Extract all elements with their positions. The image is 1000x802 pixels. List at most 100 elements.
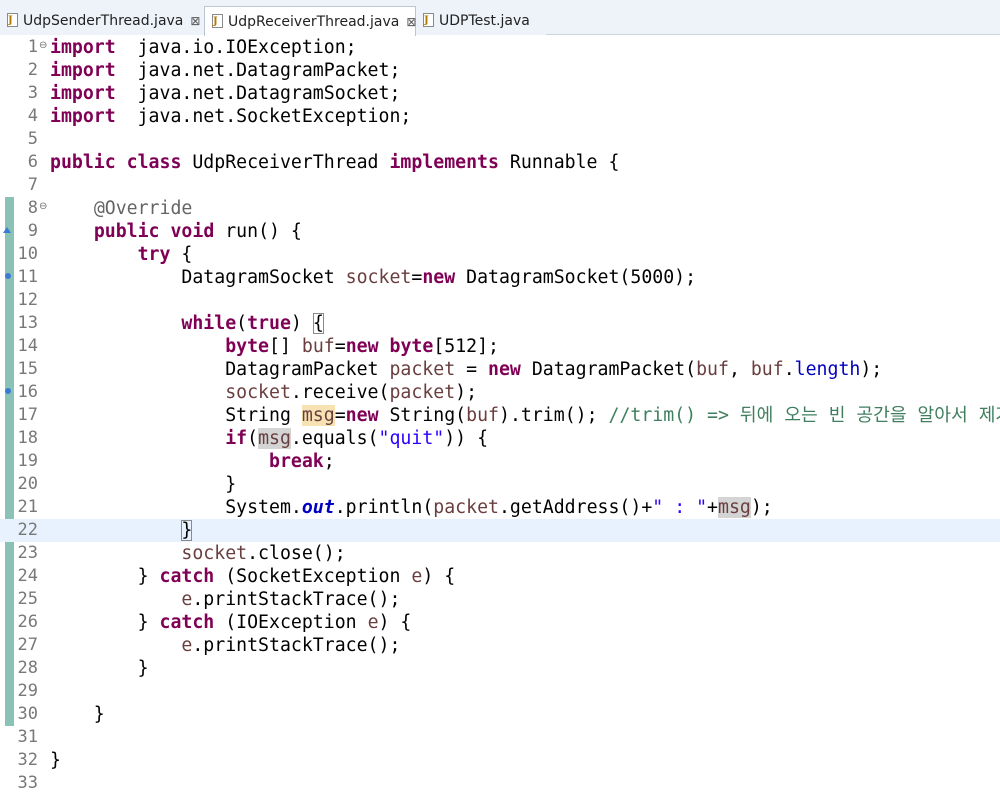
tab-udp-sender-thread[interactable]: J UdpSenderThread.java ⊠ — [0, 6, 204, 35]
code-line[interactable]: 22 } — [0, 519, 1000, 542]
code-line[interactable]: 6 public class UdpReceiverThread implemen… — [0, 151, 1000, 174]
code-line[interactable]: 9 public void run() { — [0, 220, 1000, 243]
code-text: } — [50, 749, 61, 772]
ann-token: @Override — [93, 198, 193, 219]
close-tab-icon[interactable]: ⊠ — [406, 16, 416, 28]
code-token: } — [50, 658, 149, 679]
field-token: length — [794, 359, 861, 380]
code-line[interactable]: 21 System.out.println(packet.getAddress(… — [0, 496, 1000, 519]
code-text: } catch (SocketException e) { — [50, 565, 456, 588]
kw-token: new — [422, 267, 456, 288]
cm-token: //trim() => 뒤에 오는 빈 공간을 알아서 제거 — [608, 405, 1000, 426]
code-token: = — [455, 359, 489, 380]
code-text: byte[] buf=new byte[512]; — [50, 335, 499, 358]
code-token: .getAddress()+ — [498, 497, 653, 518]
code-line[interactable]: 7 — [0, 174, 1000, 197]
line-number: 3 — [27, 83, 38, 103]
code-token: java.net.SocketException; — [115, 106, 412, 127]
code-line[interactable]: 32} — [0, 749, 1000, 772]
code-token: } — [50, 704, 105, 725]
kw-token: implements — [389, 152, 499, 173]
line-number: 10 — [17, 244, 38, 264]
line-number: 12 — [17, 290, 38, 310]
code-line[interactable]: 8 ⊖ @Override — [0, 197, 1000, 220]
code-token: DatagramSocket(5000); — [455, 267, 697, 288]
line-number: 7 — [27, 175, 38, 195]
code-text: e.printStackTrace(); — [50, 634, 400, 657]
kw-token: catch — [159, 566, 215, 587]
occurrence-marker-icon[interactable] — [5, 273, 11, 279]
code-line[interactable]: 20 } — [0, 473, 1000, 496]
code-token: ) { — [422, 566, 456, 587]
kw-token: import — [50, 106, 116, 127]
close-tab-icon[interactable]: ⊠ — [190, 15, 200, 27]
code-line[interactable]: 16 socket.receive(packet); — [0, 381, 1000, 404]
code-token: ); — [455, 382, 478, 403]
tab-udp-test[interactable]: J UDPTest.java — [416, 6, 546, 35]
line-number: 2 — [27, 60, 38, 80]
code-token: = — [411, 267, 423, 288]
code-line[interactable]: 5 — [0, 128, 1000, 151]
code-line[interactable]: 28 } — [0, 657, 1000, 680]
code-line[interactable]: 26 } catch (IOException e) { — [0, 611, 1000, 634]
code-token: [] — [269, 336, 302, 357]
code-text: @Override — [50, 197, 193, 220]
line-number: 17 — [17, 405, 38, 425]
code-line[interactable]: 31 — [0, 726, 1000, 749]
code-line[interactable]: 18 if(msg.equals("quit")) { — [0, 427, 1000, 450]
occurrence-marker-icon[interactable] — [5, 388, 11, 394]
var-token: buf — [301, 336, 335, 357]
line-number: 32 — [17, 750, 38, 770]
code-token: ).trim(); — [499, 405, 609, 426]
tab-udp-receiver-thread[interactable]: J UdpReceiverThread.java ⊠ — [204, 6, 416, 36]
var-token: packet — [389, 382, 456, 403]
code-line[interactable]: 3 import java.net.DatagramSocket; — [0, 82, 1000, 105]
code-line[interactable]: 10 try { — [0, 243, 1000, 266]
code-line[interactable]: 2 import java.net.DatagramPacket; — [0, 59, 1000, 82]
line-number: 19 — [17, 451, 38, 471]
code-line[interactable]: 29 — [0, 680, 1000, 703]
code-token: ( — [236, 313, 248, 334]
code-text: while(true) { — [50, 312, 324, 335]
code-text: socket.close(); — [50, 542, 345, 565]
code-line[interactable]: 12 — [0, 289, 1000, 312]
code-line[interactable]: 33 — [0, 772, 1000, 795]
code-line[interactable]: 17 String msg=new String(buf).trim(); //… — [0, 404, 1000, 427]
code-line[interactable]: 30 } — [0, 703, 1000, 726]
bracket-token: { — [312, 313, 324, 334]
var-token: buf — [466, 405, 499, 426]
code-line[interactable]: 15 DatagramPacket packet = new DatagramP… — [0, 358, 1000, 381]
kw-token: byte — [225, 336, 270, 357]
kw-token: catch — [159, 612, 215, 633]
code-line[interactable]: 14 byte[] buf=new byte[512]; — [0, 335, 1000, 358]
code-line[interactable]: 23 socket.close(); — [0, 542, 1000, 565]
code-text: } — [50, 657, 149, 680]
fold-toggle-icon[interactable]: ⊖ — [39, 41, 47, 51]
line-number: 23 — [17, 543, 38, 563]
fold-toggle-icon[interactable]: ⊖ — [39, 202, 47, 212]
code-token: ) — [290, 313, 313, 334]
var-token: e — [181, 589, 193, 610]
code-line[interactable]: 1 ⊖ import java.io.IOException; — [0, 36, 1000, 59]
code-line[interactable]: 24 } catch (SocketException e) { — [0, 565, 1000, 588]
code-line[interactable]: 4 import java.net.SocketException; — [0, 105, 1000, 128]
code-line[interactable]: 13 while(true) { — [0, 312, 1000, 335]
code-token: ( — [247, 428, 259, 449]
code-token: run() { — [214, 221, 302, 242]
code-line[interactable]: 25 e.printStackTrace(); — [0, 588, 1000, 611]
line-number: 26 — [17, 612, 38, 632]
code-line[interactable]: 27 e.printStackTrace(); — [0, 634, 1000, 657]
var-token: socket — [181, 543, 248, 564]
code-text: DatagramSocket socket=new DatagramSocket… — [50, 266, 696, 289]
code-line[interactable]: 19 break; — [0, 450, 1000, 473]
code-editor[interactable]: 1 ⊖ import java.io.IOException; 2 import jav… — [0, 35, 1000, 802]
code-line[interactable]: 11 DatagramSocket socket=new DatagramSoc… — [0, 266, 1000, 289]
line-number: 29 — [17, 681, 38, 701]
line-number: 5 — [27, 129, 38, 149]
code-token: Runnable { — [498, 152, 620, 173]
override-marker-icon[interactable] — [3, 227, 11, 233]
